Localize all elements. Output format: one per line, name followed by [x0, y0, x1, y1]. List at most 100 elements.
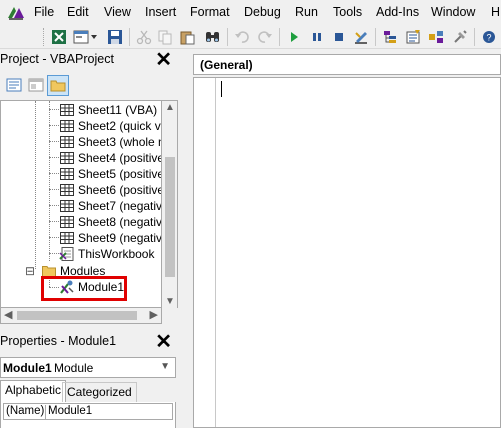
menu-run[interactable]: Run	[295, 5, 318, 19]
menu-bar: File Edit View Insert Format Debug Run T…	[0, 0, 501, 25]
toggle-folders-button[interactable]	[47, 75, 69, 96]
svg-text:?: ?	[486, 33, 491, 43]
properties-titlebar: Properties - Module1 ✕	[0, 331, 178, 355]
project-explorer-toolbar	[0, 73, 178, 99]
worksheet-icon	[60, 120, 74, 132]
code-margin	[194, 78, 216, 427]
tree-connector	[49, 157, 59, 158]
worksheet-icon	[60, 104, 74, 116]
code-window: (General)	[184, 49, 501, 428]
properties-tabs: Alphabetic Categorized	[0, 380, 178, 402]
toolbox-icon[interactable]	[451, 28, 469, 46]
properties-grid: (Name) Module1	[0, 402, 176, 428]
toolbar-separator	[375, 28, 376, 46]
menu-debug[interactable]: Debug	[244, 5, 281, 19]
worksheet-icon	[60, 136, 74, 148]
view-code-icon[interactable]	[5, 77, 23, 93]
scroll-thumb[interactable]	[165, 157, 175, 277]
tree-connector	[49, 189, 59, 190]
menu-insert[interactable]: Insert	[145, 5, 176, 19]
property-row[interactable]: (Name) Module1	[3, 403, 173, 420]
toolbar-separator	[227, 28, 228, 46]
menu-edit[interactable]: Edit	[67, 5, 89, 19]
cut-icon[interactable]	[135, 28, 153, 46]
menu-window[interactable]: Window	[431, 5, 475, 19]
toolbar-separator	[279, 28, 280, 46]
menu-tools[interactable]: Tools	[333, 5, 362, 19]
toolbar-grip	[43, 28, 44, 46]
project-explorer-icon[interactable]	[381, 28, 399, 46]
find-icon[interactable]	[204, 28, 222, 46]
code-editor[interactable]	[193, 77, 501, 428]
object-browser-icon[interactable]	[427, 28, 445, 46]
tab-categorized[interactable]: Categorized	[62, 382, 137, 402]
scroll-down-icon[interactable]: ▼	[162, 296, 178, 307]
menu-add-ins[interactable]: Add-Ins	[376, 5, 419, 19]
tree-connector	[49, 141, 59, 142]
worksheet-icon	[60, 152, 74, 164]
vba-app-icon	[8, 7, 24, 20]
object-combo-value: (General)	[200, 58, 253, 72]
tree-horizontal-scrollbar[interactable]: ◀ ▶	[0, 308, 162, 324]
object-selector[interactable]: Module1 Module ▼	[0, 357, 176, 378]
menu-format[interactable]: Format	[190, 5, 230, 19]
properties-icon[interactable]	[404, 28, 422, 46]
chevron-down-icon[interactable]: ▼	[160, 361, 170, 372]
close-icon[interactable]: ✕	[155, 331, 172, 353]
collapse-icon[interactable]: ⊟	[25, 263, 37, 279]
redo-icon[interactable]	[256, 28, 274, 46]
workbook-icon	[59, 247, 74, 261]
paste-icon[interactable]	[178, 28, 196, 46]
tree-connector	[49, 109, 59, 110]
tree-connector	[35, 101, 36, 269]
scroll-left-icon[interactable]: ◀	[4, 308, 12, 323]
tree-connector	[49, 221, 59, 222]
menu-help[interactable]: H	[491, 5, 500, 19]
worksheet-icon	[60, 200, 74, 212]
toolbar-separator	[474, 28, 475, 46]
folder-icon	[50, 80, 66, 92]
menu-view[interactable]: View	[104, 5, 131, 19]
worksheet-icon	[60, 216, 74, 228]
design-mode-icon[interactable]	[352, 28, 370, 46]
object-name: Module1	[3, 361, 52, 375]
highlight-box	[41, 276, 127, 301]
properties-title: Properties - Module1	[0, 334, 117, 348]
tree-vertical-scrollbar[interactable]: ▲ ▼	[162, 100, 178, 308]
help-icon[interactable]: ?	[480, 28, 498, 46]
tree-connector	[49, 205, 59, 206]
run-icon[interactable]	[285, 28, 303, 46]
object-type: Module	[54, 361, 94, 375]
worksheet-icon	[60, 184, 74, 196]
property-value[interactable]: Module1	[45, 405, 92, 420]
menu-file[interactable]: File	[34, 5, 54, 19]
text-caret	[221, 81, 222, 97]
view-object-icon[interactable]	[27, 77, 45, 93]
worksheet-icon	[60, 232, 74, 244]
copy-icon[interactable]	[156, 28, 174, 46]
scroll-up-icon[interactable]: ▲	[162, 102, 178, 113]
standard-toolbar: ?	[0, 25, 501, 49]
scroll-corner	[162, 308, 178, 324]
chevron-down-icon[interactable]	[89, 28, 99, 46]
project-explorer-titlebar: Project - VBAProject ✕	[0, 49, 178, 73]
property-key: (Name)	[6, 405, 45, 417]
reset-icon[interactable]	[330, 28, 348, 46]
object-combo[interactable]: (General)	[193, 54, 501, 75]
project-explorer-title: Project - VBAProject	[0, 52, 114, 66]
close-icon[interactable]: ✕	[155, 49, 172, 71]
insert-userform-icon[interactable]	[72, 28, 90, 46]
excel-view-icon[interactable]	[50, 28, 68, 46]
undo-icon[interactable]	[233, 28, 251, 46]
scroll-right-icon[interactable]: ▶	[150, 308, 158, 323]
save-icon[interactable]	[106, 28, 124, 46]
tab-alphabetic[interactable]: Alphabetic	[0, 380, 67, 402]
break-icon[interactable]	[308, 28, 326, 46]
tree-connector	[49, 125, 59, 126]
tree-connector	[49, 253, 59, 254]
worksheet-icon	[60, 168, 74, 180]
toolbar-separator	[129, 28, 130, 46]
scroll-thumb[interactable]	[17, 311, 137, 320]
tree-connector	[49, 173, 59, 174]
tree-connector	[49, 237, 59, 238]
